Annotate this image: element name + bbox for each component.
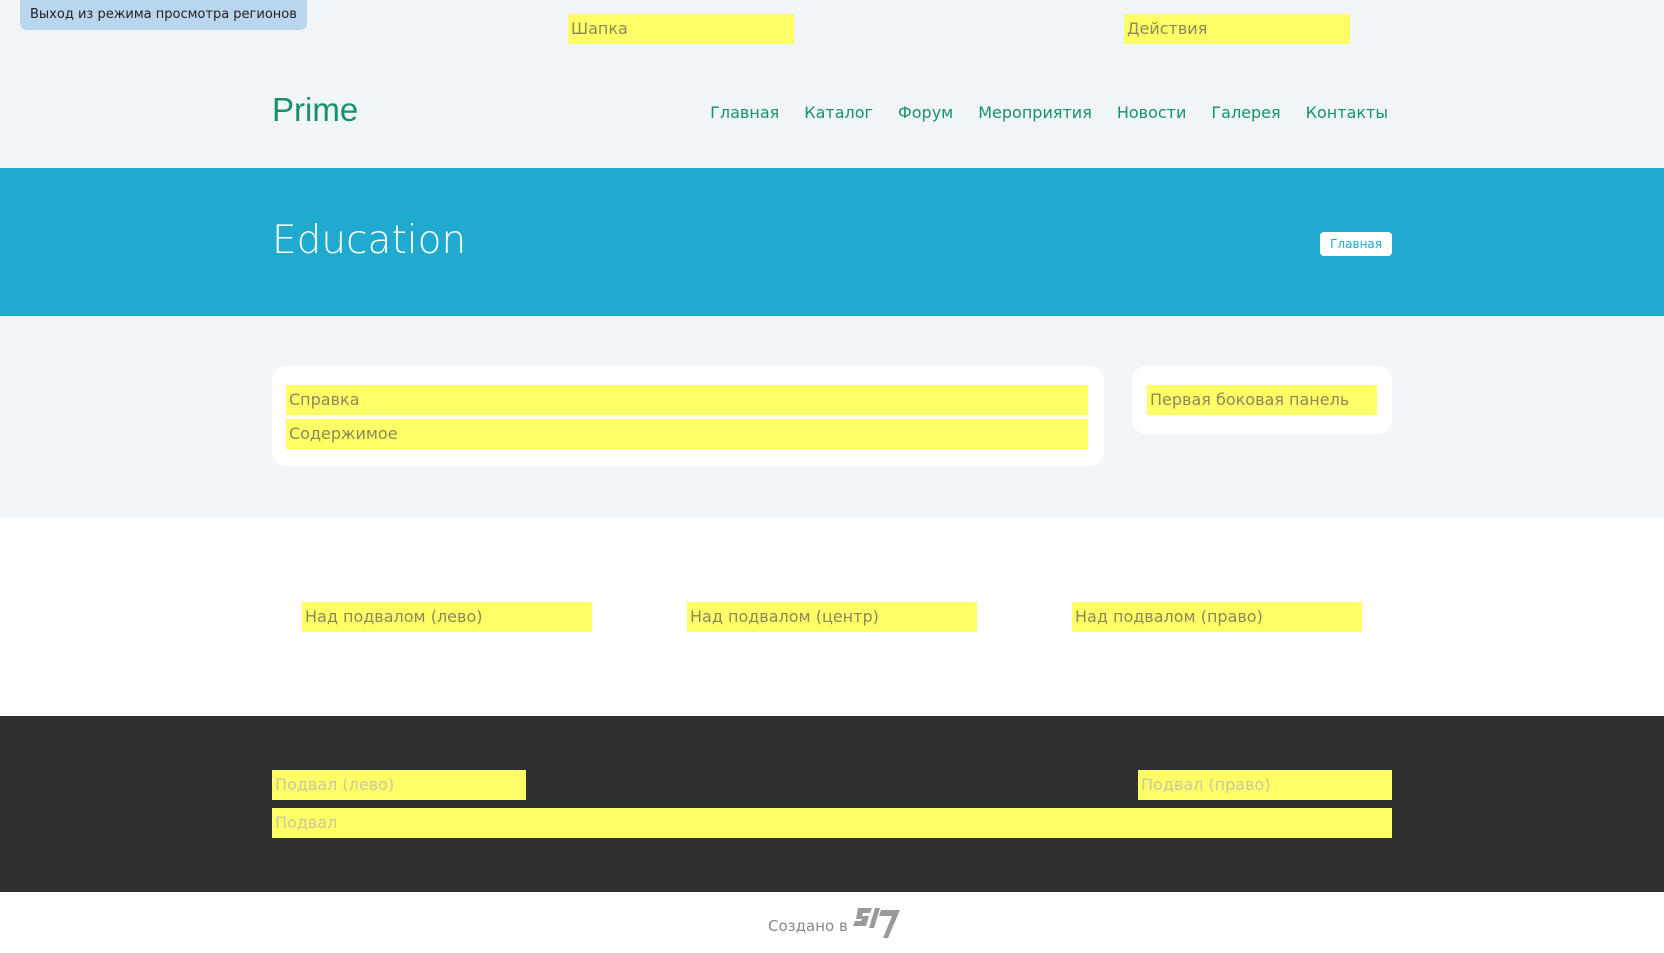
nav-item-forum[interactable]: Форум (898, 100, 953, 126)
page: Выход из режима просмотра регионов Шапка… (0, 0, 1664, 953)
region-prefooter-right-label: Над подвалом (право) (1072, 602, 1362, 632)
nav-item-home[interactable]: Главная (710, 100, 779, 126)
prefooter-area: Над подвалом (лево) Над подвалом (центр)… (0, 518, 1664, 716)
s17-logo-icon (852, 906, 902, 945)
nav-item-gallery[interactable]: Галерея (1211, 100, 1280, 126)
nav-item-catalog[interactable]: Каталог (804, 100, 873, 126)
main-nav: Главная Каталог Форум Мероприятия Новост… (685, 100, 1388, 126)
region-prefooter-left-label: Над подвалом (лево) (302, 602, 592, 632)
sidebar-card: Первая боковая панель (1132, 366, 1392, 434)
region-prefooter-center-label: Над подвалом (центр) (687, 602, 977, 632)
credit-bar: Создано в (0, 892, 1664, 953)
nav-item-events[interactable]: Мероприятия (978, 100, 1092, 126)
credit-text: Создано в (768, 916, 848, 935)
header-area: Выход из режима просмотра регионов Шапка… (0, 0, 1664, 168)
breadcrumb-home[interactable]: Главная (1320, 232, 1392, 256)
site-logo[interactable]: Prime (272, 88, 358, 132)
page-title: Education (272, 218, 467, 263)
region-footer-label: Подвал (272, 808, 1392, 838)
region-footer-right-label: Подвал (право) (1138, 770, 1392, 800)
nav-item-contacts[interactable]: Контакты (1306, 100, 1388, 126)
page-banner: Education Главная (0, 168, 1664, 316)
main-area: Справка Содержимое Первая боковая панель (0, 316, 1664, 518)
content-card: Справка Содержимое (272, 366, 1104, 466)
region-actions-label: Действия (1124, 14, 1350, 44)
region-sidebar-first-label: Первая боковая панель (1147, 385, 1377, 415)
region-header-label: Шапка (568, 14, 794, 44)
credit[interactable]: Создано в (768, 906, 902, 945)
footer-area: Подвал (лево) Подвал (право) Подвал (0, 716, 1664, 892)
region-content-label: Содержимое (286, 419, 1088, 449)
exit-region-mode-button[interactable]: Выход из режима просмотра регионов (20, 0, 307, 30)
nav-item-news[interactable]: Новости (1117, 100, 1187, 126)
region-footer-left-label: Подвал (лево) (272, 770, 526, 800)
region-help-label: Справка (286, 385, 1088, 415)
